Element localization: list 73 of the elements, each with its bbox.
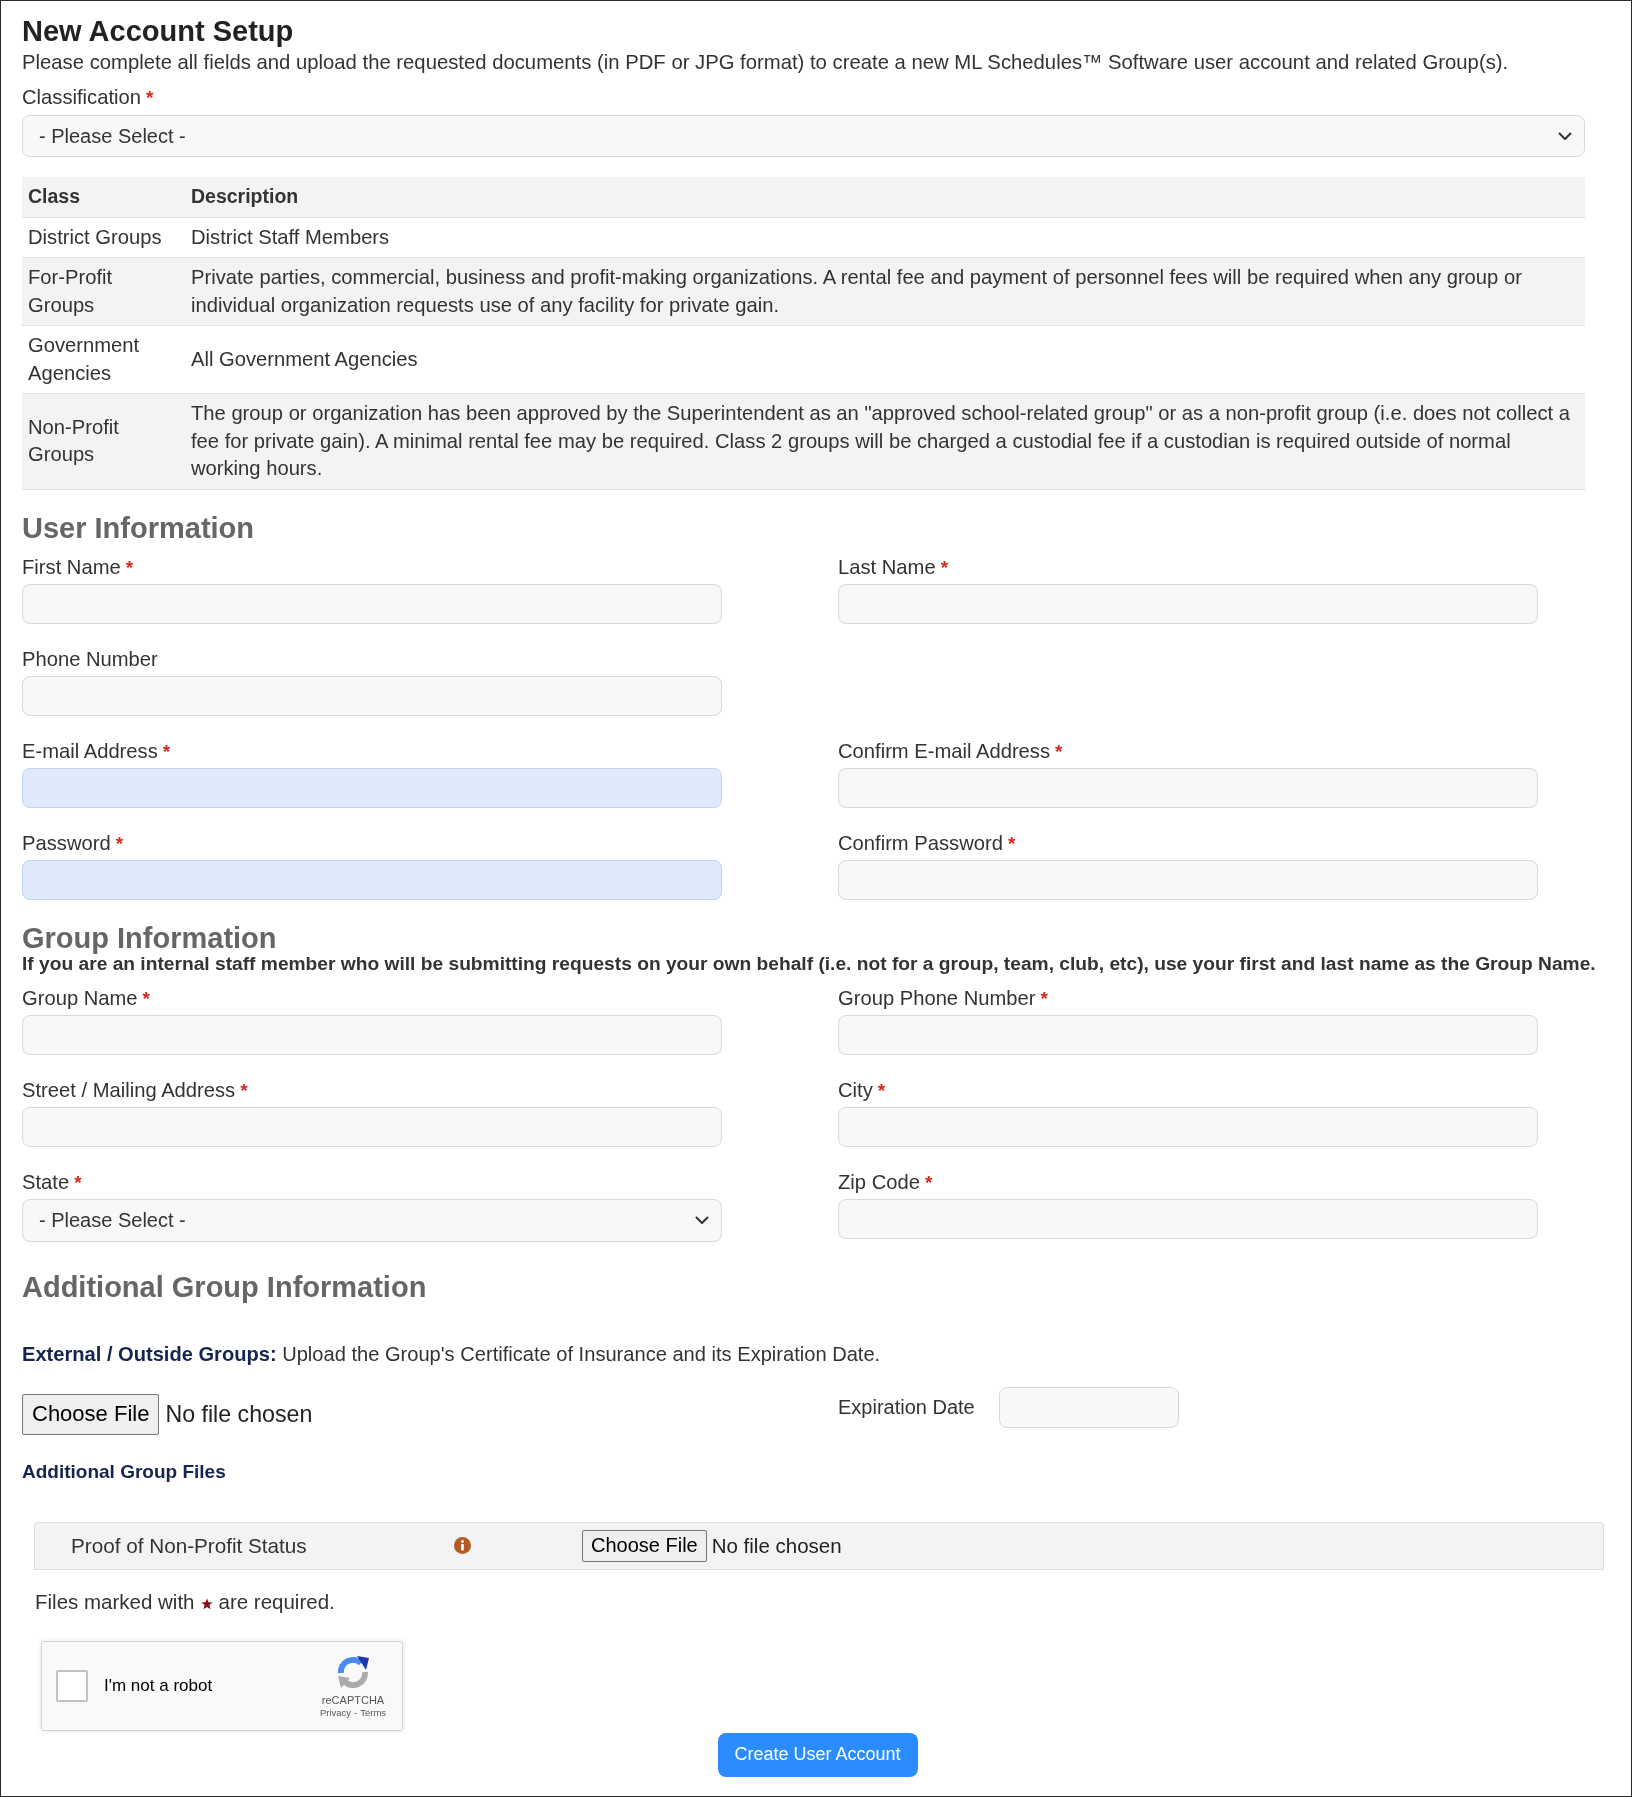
required-asterisk: * bbox=[142, 986, 150, 1011]
required-asterisk: * bbox=[145, 86, 154, 110]
file-status-text: No file chosen bbox=[165, 1400, 313, 1428]
chevron-down-icon bbox=[1558, 131, 1572, 141]
field-label: Last Name bbox=[838, 554, 936, 579]
chevron-down-icon bbox=[695, 1215, 709, 1225]
text-field[interactable] bbox=[838, 1198, 1538, 1239]
text-field[interactable] bbox=[838, 859, 1538, 900]
section-heading: User Information bbox=[22, 510, 256, 545]
text-field[interactable] bbox=[838, 767, 1538, 808]
captcha-label: I'm not a robot bbox=[104, 1675, 213, 1696]
required-asterisk: * bbox=[1040, 986, 1048, 1011]
dropdown-select[interactable]: - Please Select - bbox=[22, 1198, 722, 1242]
required-asterisk: * bbox=[877, 1078, 886, 1103]
field-label: Zip Code bbox=[838, 1169, 920, 1194]
field-label: Confirm E-mail Address bbox=[838, 738, 1051, 763]
choose-file-button[interactable]: Choose File bbox=[582, 1529, 707, 1562]
file-label: Proof of Non-Profit Status bbox=[71, 1533, 308, 1558]
date-field[interactable] bbox=[998, 1386, 1179, 1428]
instruction-text: External / Outside Groups: Upload the Group's Certificate of Insurance and its Expiration Date. bbox=[22, 1341, 882, 1367]
section-heading: Additional Group Information bbox=[22, 1269, 428, 1304]
required-asterisk: * bbox=[940, 555, 949, 580]
field-label: E-mail Address bbox=[22, 738, 158, 763]
table-cell: The group or organization has been approved by the Superintendent as an "approved school-related group" or as a non-profit group (i.e. does not collect a fee for private gain). A minimal rental fee may be required. Class 2 groups will be charged a custodial fee if a custodian is required outside of normal working hours. bbox=[185, 394, 1585, 490]
column-header: Description bbox=[185, 177, 1585, 218]
text-field[interactable] bbox=[22, 1014, 722, 1055]
text-field[interactable] bbox=[22, 1106, 722, 1147]
required-asterisk: * bbox=[115, 831, 124, 856]
intro-text: Please complete all fields and upload the requested documents (in PDF or JPG format) to create a new ML Schedules™ Software user account and related Group(s). bbox=[22, 50, 1510, 75]
field-label: Expiration Date bbox=[838, 1395, 975, 1419]
field-label: Group Name bbox=[22, 985, 138, 1010]
text-field[interactable] bbox=[22, 675, 722, 716]
terms-link[interactable]: Terms bbox=[360, 1707, 387, 1719]
field-label: First Name bbox=[22, 554, 121, 579]
page-title: New Account Setup bbox=[22, 14, 295, 48]
choose-file-button[interactable]: Choose File bbox=[22, 1393, 160, 1435]
captcha-brand-text: reCAPTCHA bbox=[321, 1694, 385, 1707]
file-status-text: No file chosen bbox=[711, 1533, 842, 1558]
required-asterisk: * bbox=[924, 1170, 933, 1195]
text-field[interactable] bbox=[838, 1014, 1538, 1055]
robot-checkbox[interactable] bbox=[56, 1669, 88, 1702]
note-text: Files marked with bbox=[35, 1589, 195, 1614]
star-icon bbox=[200, 1598, 213, 1610]
classification-select[interactable]: - Please Select - bbox=[22, 115, 1585, 157]
field-label: Phone Number bbox=[22, 646, 158, 671]
required-asterisk: * bbox=[1007, 831, 1016, 856]
column-header: Class bbox=[22, 177, 185, 218]
required-asterisk: * bbox=[162, 739, 171, 764]
required-asterisk: * bbox=[240, 1078, 248, 1103]
table-cell: For-Profit Groups bbox=[22, 258, 185, 326]
section-heading: Group Information bbox=[22, 922, 278, 953]
subsection-heading: Additional Group Files bbox=[22, 1459, 227, 1484]
text-field[interactable] bbox=[22, 859, 722, 900]
required-asterisk: * bbox=[1055, 739, 1063, 764]
field-label: Street / Mailing Address bbox=[22, 1077, 236, 1102]
required-asterisk: * bbox=[74, 1170, 82, 1195]
field-label: City bbox=[838, 1077, 873, 1102]
text-field[interactable] bbox=[838, 583, 1538, 624]
field-label: Classification bbox=[22, 85, 141, 109]
table-cell: Non-Profit Groups bbox=[22, 394, 185, 490]
link-separator: - bbox=[354, 1707, 358, 1719]
field-label: Confirm Password bbox=[838, 830, 1003, 855]
required-asterisk: * bbox=[125, 555, 134, 580]
field-label: Password bbox=[22, 830, 111, 855]
note-text: are required. bbox=[218, 1589, 335, 1614]
field-label: State bbox=[22, 1169, 70, 1194]
text-field[interactable] bbox=[22, 767, 722, 808]
privacy-link[interactable]: Privacy bbox=[319, 1707, 352, 1719]
info-icon bbox=[454, 1537, 471, 1554]
field-label: Group Phone Number bbox=[838, 985, 1036, 1010]
table-cell: Private parties, commercial, business and profit-making organizations. A rental fee and payment of personnel fees will be required when any group or individual organization requests use of any facility for private gain. bbox=[185, 258, 1585, 326]
text-field[interactable] bbox=[838, 1106, 1538, 1147]
text-field[interactable] bbox=[22, 583, 722, 624]
